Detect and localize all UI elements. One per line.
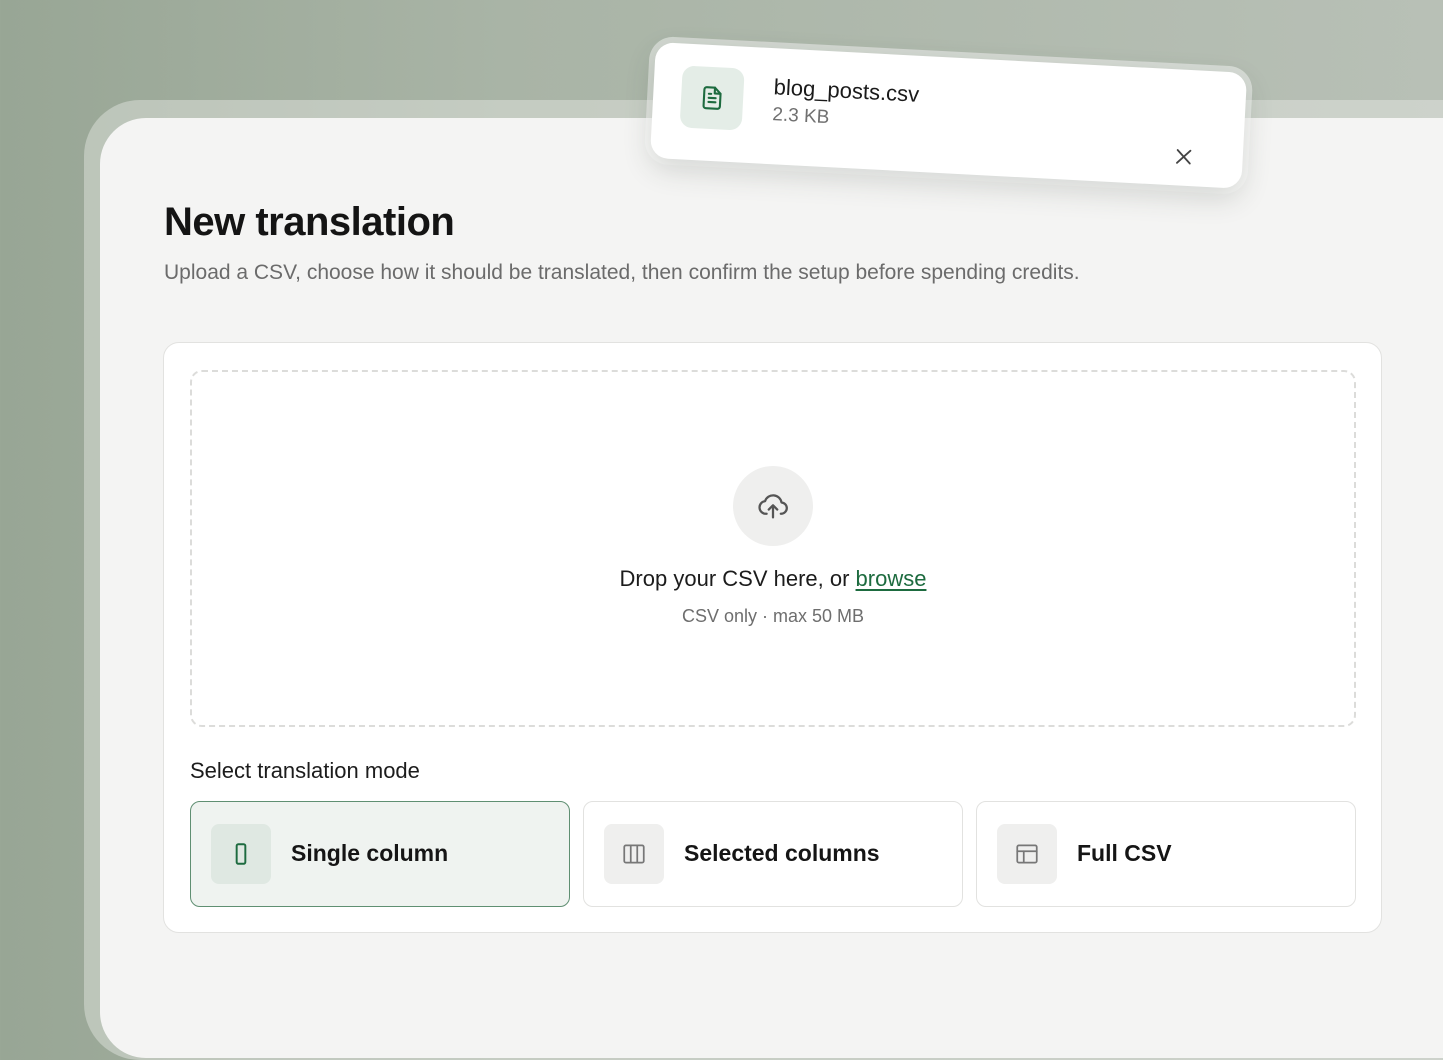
columns-icon [623, 844, 645, 864]
page-subtitle: Upload a CSV, choose how it should be tr… [164, 261, 1080, 284]
browse-link[interactable]: browse [856, 566, 927, 591]
mode-icon-box [604, 824, 664, 884]
mode-option-full-csv[interactable]: Full CSV [976, 801, 1356, 907]
mode-icon-box [997, 824, 1057, 884]
file-requirements-hint: CSV only · max 50 MB [681, 606, 865, 626]
page-title: New translation [164, 200, 455, 244]
mode-option-label: Full CSV [1077, 840, 1172, 866]
file-size: 2.3 KB [771, 104, 830, 129]
file-text-icon [702, 86, 722, 110]
csv-dropzone[interactable] [190, 370, 1356, 727]
mode-option-label: Selected columns [684, 840, 880, 866]
table-icon [1016, 844, 1038, 864]
close-icon [1176, 149, 1192, 165]
mode-option-selected-columns[interactable]: Selected columns [583, 801, 963, 907]
mode-icon-box [211, 824, 271, 884]
upload-icon-circle [733, 466, 813, 546]
file-icon-box [679, 65, 745, 131]
drop-prompt-text: Drop your CSV here, or [619, 566, 856, 591]
cloud-upload-icon [758, 494, 788, 519]
translation-mode-label: Select translation mode [190, 758, 420, 783]
single-column-icon [235, 843, 247, 865]
mode-option-single-column[interactable]: Single column [190, 801, 570, 907]
remove-file-button[interactable] [1166, 139, 1202, 175]
drop-instructions: Drop your CSV here, or browse [573, 566, 973, 592]
mode-option-label: Single column [291, 840, 449, 866]
file-name: blog_posts.csv [773, 74, 920, 107]
